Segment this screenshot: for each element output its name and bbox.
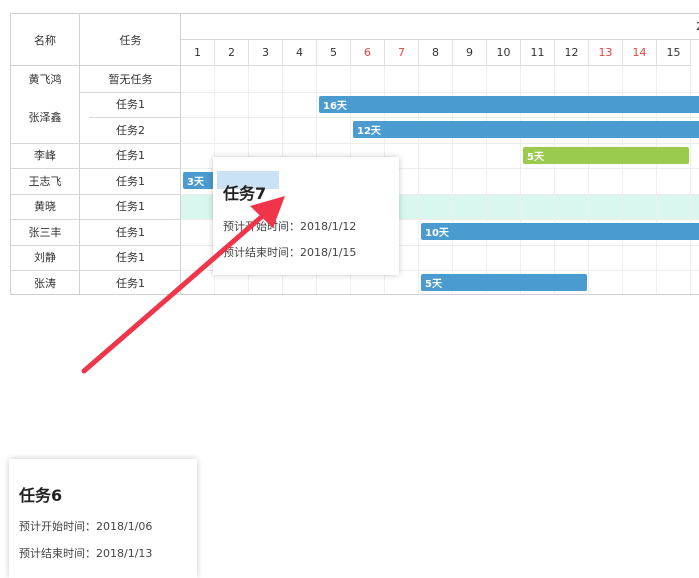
tooltip-end-value: 2018/1/15 (300, 246, 357, 259)
row-name: 张泽鑫 (11, 91, 80, 143)
table-row[interactable]: 王志飞 任务1 (11, 168, 181, 194)
row-task: 任务1 (116, 149, 145, 163)
row-name: 李峰 (11, 142, 80, 168)
task-bar[interactable]: 10天 (421, 223, 699, 240)
task6-tooltip: 任务6 预计开始时间：2018/1/06 预计结束时间：2018/1/13 (9, 459, 197, 578)
table-row[interactable]: 张涛 任务1 (11, 270, 181, 294)
day-header: 14 (623, 40, 657, 66)
row-divider (11, 244, 181, 246)
day-header: 3 (249, 40, 283, 66)
table-row[interactable]: 黄晓 任务1 (11, 193, 181, 219)
row-task: 任务1 (116, 98, 145, 112)
row-name: 王志飞 (11, 168, 80, 194)
row-name: 黄飞鸿 (11, 66, 80, 92)
day-header: 1 (181, 40, 215, 66)
table-row[interactable]: 张三丰 任务1 (11, 219, 181, 245)
row-task: 任务1 (116, 225, 145, 239)
tooltip-start-value: 2018/1/12 (300, 220, 357, 233)
day-header: 13 (589, 40, 623, 66)
row-divider (11, 168, 181, 169)
task-column-header: 任务 (80, 14, 181, 66)
row-divider (11, 142, 181, 144)
row-name: 刘静 (11, 244, 80, 270)
name-column-header: 名称 (11, 14, 80, 66)
row-task: 任务1 (116, 200, 145, 214)
task6-title-prefix: 任务 (19, 486, 52, 505)
day-header: 10 (487, 40, 521, 66)
row-divider (11, 219, 181, 220)
day-header: 12 (555, 40, 589, 66)
day-header: 8 (419, 40, 453, 66)
day-header: 11 (521, 40, 555, 66)
day-header: 9 (453, 40, 487, 66)
tooltip-start-label: 预计开始时间： (223, 220, 300, 233)
row-name: 黄晓 (11, 193, 80, 219)
timeline-row-divider (181, 91, 699, 93)
row-task: 任务1 (116, 251, 145, 265)
day-header: 4 (283, 40, 317, 66)
row-divider (11, 193, 181, 195)
name-task-panel: 名称 任务 黄飞鸿 暂无任务 张泽鑫 任务1 任务2 李峰 任务1 王志飞 任务1 黄晓 任务1 张三… (11, 14, 181, 294)
task6-end-value: 2018/1/13 (96, 547, 153, 560)
row-task: 任务1 (116, 276, 145, 290)
row-task: 暂无任务 (108, 72, 153, 86)
task-bar[interactable]: 5天 (523, 146, 689, 164)
day-header: 2 (215, 40, 249, 66)
tooltip-end-label: 预计结束时间： (223, 246, 300, 259)
task6-start-value: 2018/1/06 (96, 520, 153, 533)
tooltip-title-number: 7 (255, 184, 267, 203)
month-header: 2 (181, 14, 699, 40)
day-header: 15 (657, 40, 691, 66)
table-row[interactable]: 李峰 任务1 (11, 142, 181, 168)
row-divider (89, 117, 181, 118)
row-name: 张涛 (11, 270, 80, 294)
task-bar[interactable]: 5天 (421, 274, 587, 291)
task7-tooltip: 任务7 预计开始时间：2018/1/12 预计结束时间：2018/1/15 (213, 157, 399, 275)
day-header: 5 (317, 40, 351, 66)
table-row[interactable]: 黄飞鸿 暂无任务 (11, 66, 181, 92)
task6-end-label: 预计结束时间： (19, 547, 96, 560)
task-bar[interactable]: 16天 (319, 95, 699, 113)
row-task: 任务2 (116, 123, 145, 137)
tooltip-title-prefix: 任务 (223, 184, 256, 203)
timeline-row-divider (181, 117, 699, 118)
task6-start-label: 预计开始时间： (19, 520, 96, 533)
table-row[interactable]: 张泽鑫 任务1 (11, 91, 181, 143)
table-row[interactable]: 刘静 任务1 (11, 244, 181, 270)
row-task: 任务1 (116, 174, 145, 188)
row-divider (11, 270, 181, 271)
task-bar[interactable]: 12天 (353, 121, 699, 138)
day-header: 7 (385, 40, 419, 66)
day-header: 6 (351, 40, 385, 66)
task6-title-number: 6 (51, 486, 63, 505)
timeline-row-divider (181, 142, 699, 144)
row-name: 张三丰 (11, 219, 80, 245)
